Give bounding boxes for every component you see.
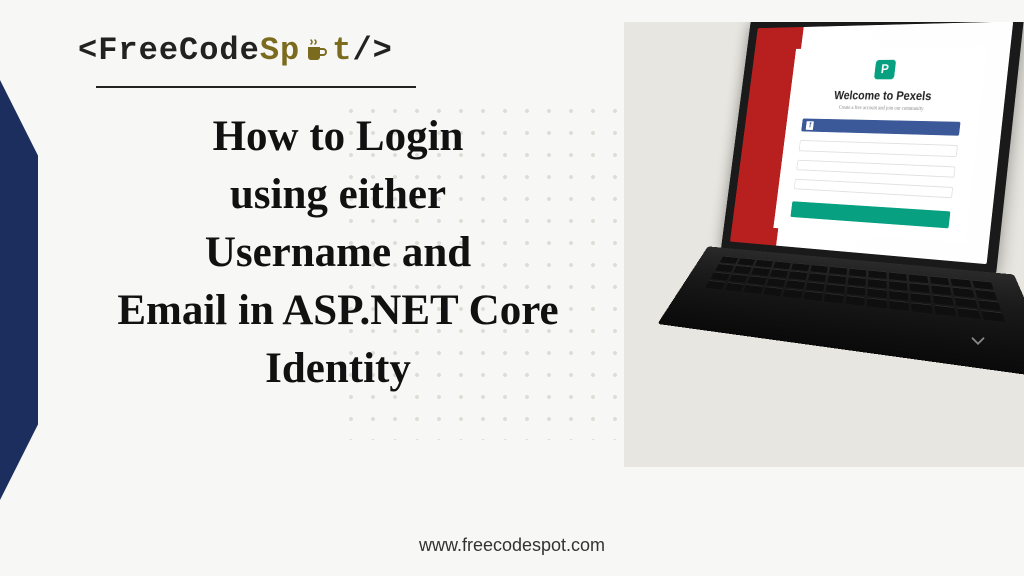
email-input[interactable] (797, 160, 956, 178)
headline-line-4: Email in ASP.NET Core (58, 282, 618, 340)
welcome-heading: Welcome to Pexels (833, 88, 932, 103)
headline-line-2: using either (58, 166, 618, 224)
site-logo: < FreeCode Sp t /> (78, 32, 393, 69)
logo-text-part3: t (332, 32, 352, 69)
facebook-icon: f (806, 121, 814, 130)
left-navy-accent (0, 80, 38, 500)
logo-open-bracket: < (78, 32, 98, 69)
logo-text-part1: FreeCode (98, 32, 260, 69)
login-form-card: P Welcome to Pexels Create a free accoun… (774, 46, 988, 243)
laptop-photo: P Welcome to Pexels Create a free accoun… (624, 22, 1024, 467)
pexels-logo-icon: P (874, 59, 896, 79)
article-headline: How to Login using either Username and E… (58, 108, 618, 398)
password-input[interactable] (794, 179, 953, 199)
name-input[interactable] (799, 140, 958, 157)
logo-close-bracket: /> (352, 32, 392, 69)
logo-underline (96, 86, 416, 88)
headline-line-5: Identity (58, 340, 618, 398)
laptop-screen-bezel: P Welcome to Pexels Create a free accoun… (721, 22, 1024, 277)
website-url: www.freecodespot.com (0, 535, 1024, 556)
headline-line-1: How to Login (58, 108, 618, 166)
chevron-down-icon (962, 325, 994, 357)
logo-text-part2: Sp (260, 32, 300, 69)
signup-button[interactable] (791, 202, 951, 228)
coffee-mug-icon (302, 37, 330, 65)
welcome-subtitle: Create a free account and join our commu… (838, 105, 923, 112)
laptop-device: P Welcome to Pexels Create a free accoun… (698, 22, 1024, 467)
laptop-display: P Welcome to Pexels Create a free accoun… (730, 22, 1013, 264)
pexels-logo-letter: P (880, 62, 889, 77)
headline-line-3: Username and (58, 224, 618, 282)
facebook-join-button[interactable]: f (801, 118, 960, 136)
